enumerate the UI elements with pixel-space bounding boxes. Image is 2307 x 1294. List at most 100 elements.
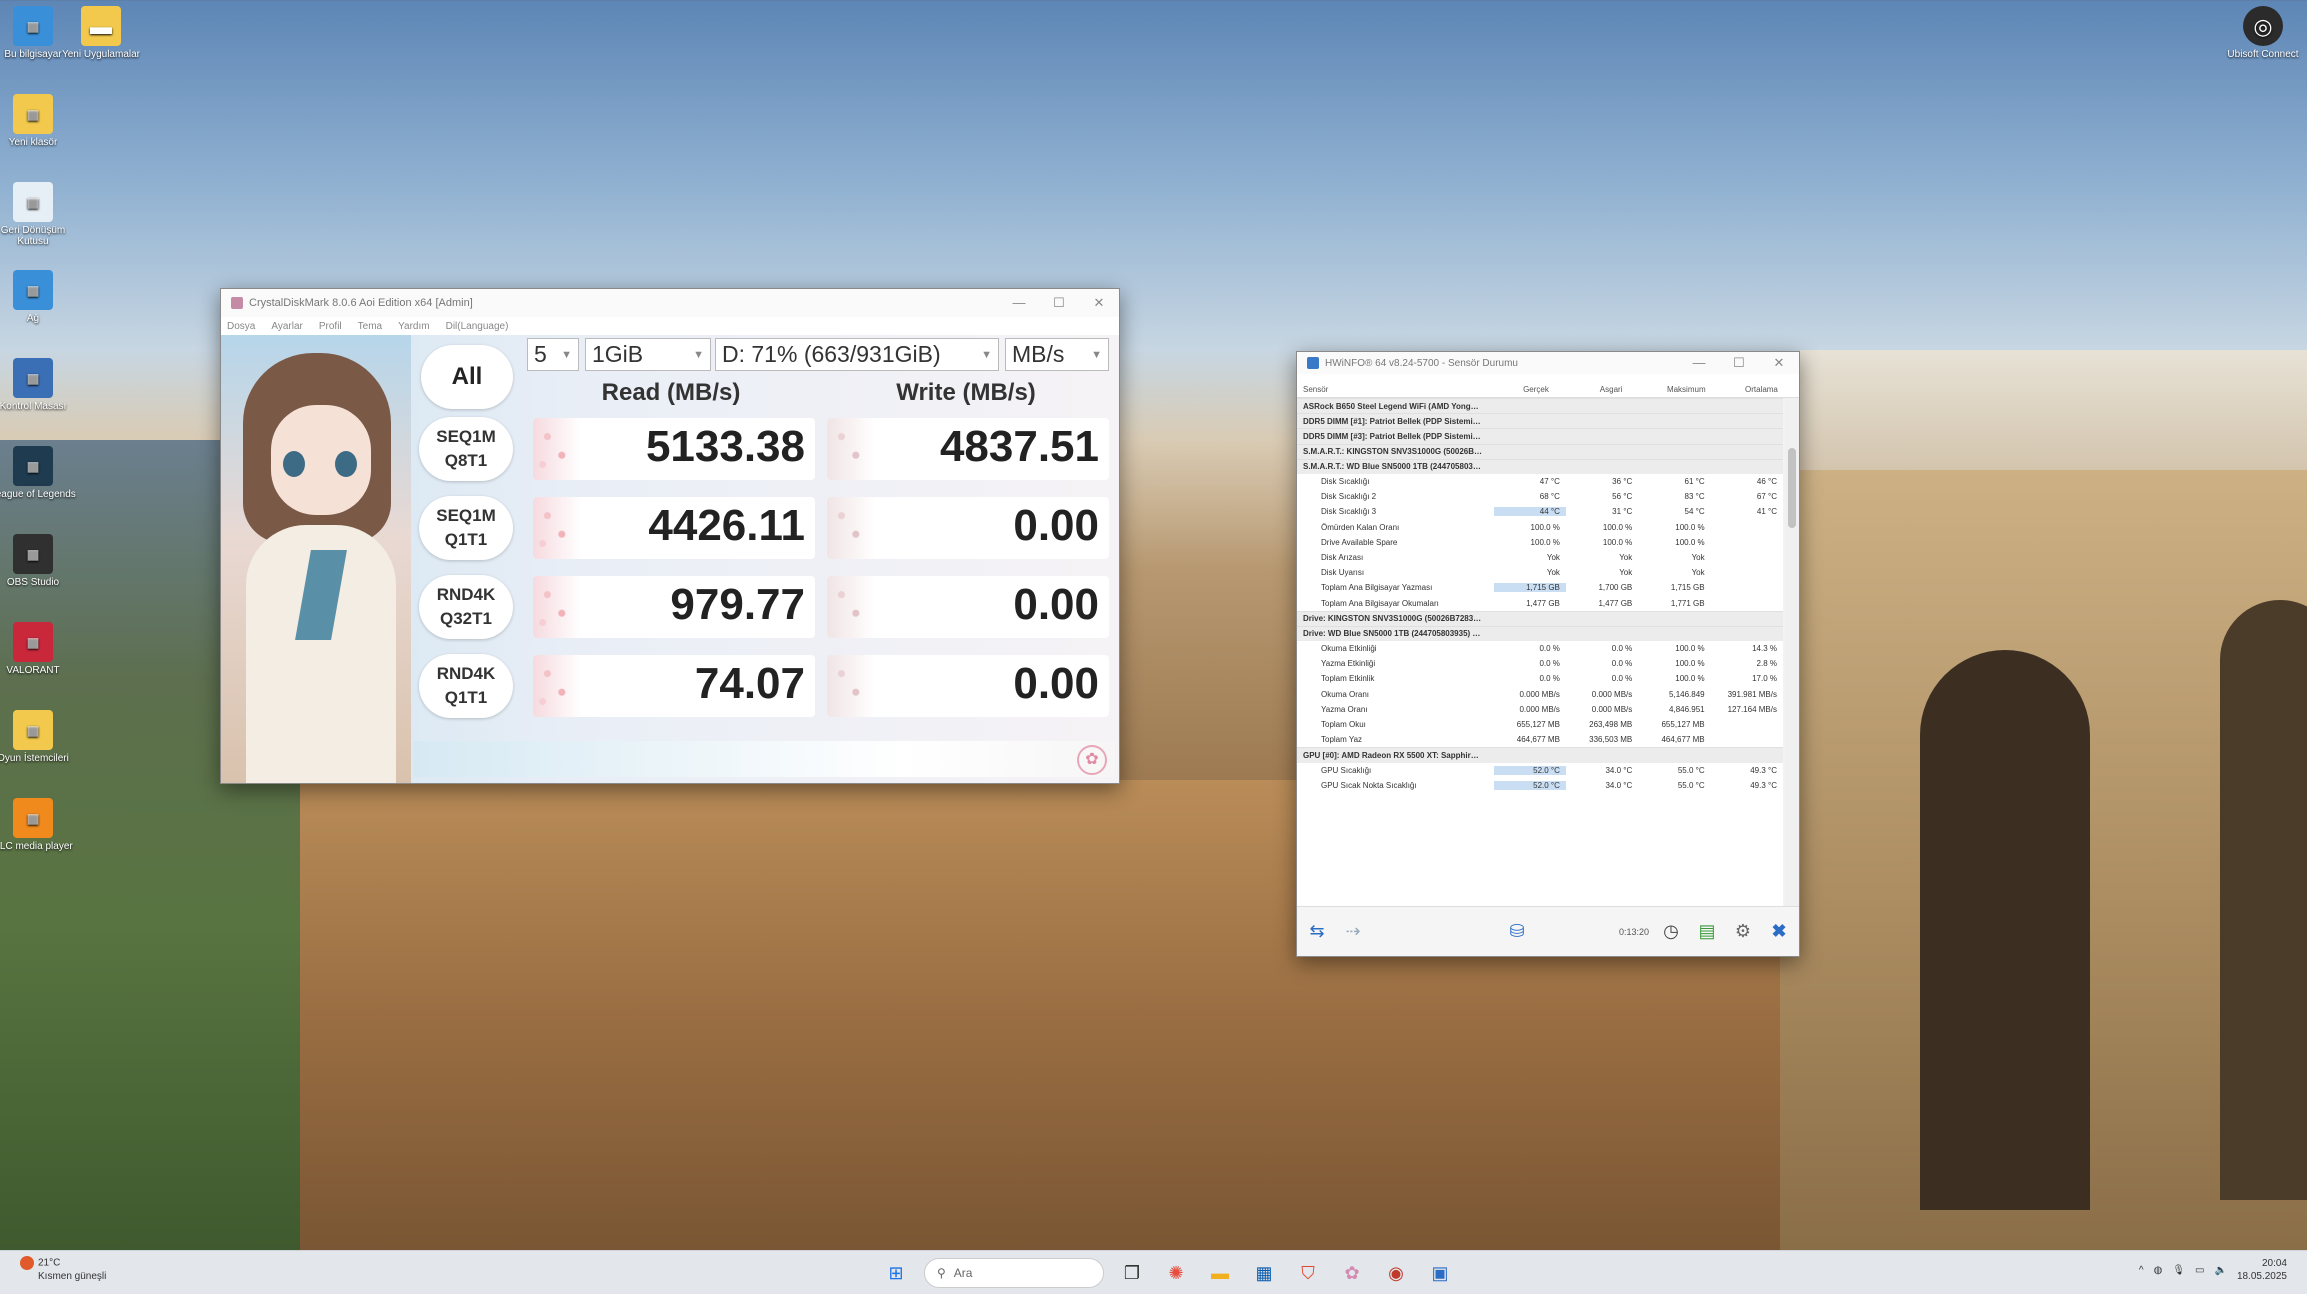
test-button[interactable]: SEQ1M Q8T1 [419,417,513,481]
sensor-cell: 655,127 MB [1516,720,1560,730]
hwinfo-window[interactable]: HWiNFO® 64 v8.24-5700 - Sensör Durumu — … [1296,351,1800,957]
close-icon[interactable]: ✕ [1759,355,1799,371]
menu-item[interactable]: Dil(Language) [446,321,509,332]
sensor-row[interactable]: Toplam Okuı 655,127 MB 263,498 MB 655,127 M… [1297,717,1783,732]
desktop-icon[interactable]: ■ League of Legends [0,446,78,500]
menu-item[interactable]: Profil [319,321,342,332]
unit-select[interactable]: MB/s ▼ [1005,338,1109,371]
menu-item[interactable]: Tema [358,321,382,332]
close-icon[interactable]: ✖ [1765,918,1793,946]
column-header[interactable]: Maksimum [1649,385,1724,394]
arrows-back-icon[interactable]: ⇆ [1303,918,1331,946]
sensor-row[interactable]: Toplam Etkinlik 0.0 % 0.0 % 100.0 % 17.0 % [1297,671,1783,686]
crystaldiskmark-taskbar-icon[interactable]: ✿ [1336,1257,1368,1289]
mic-icon[interactable]: 🎙 [2172,1265,2185,1276]
sensor-row[interactable]: Toplam Yaz 464,677 MB 336,503 MB 464,677 MB [1297,732,1783,747]
desktop-icon-ubisoft[interactable]: ◎ Ubisoft Connect [2218,6,2307,60]
sensor-row[interactable]: Yazma Etkinliği 0.0 % 0.0 % 100.0 % 2.8 % [1297,656,1783,671]
menu-item[interactable]: Yardım [398,321,430,332]
sensor-row[interactable]: Okuma Oranı 0.000 MB/s 0.000 MB/s 5,146.849… [1297,687,1783,702]
sensor-row[interactable]: Yazma Oranı 0.000 MB/s 0.000 MB/s 4,846.951… [1297,702,1783,717]
desktop-icon[interactable]: ■ Yeni klasör [0,94,78,148]
desktop-icon[interactable]: ■ Oyun İstemcileri [0,710,78,764]
clock[interactable]: 20:04 18.05.2025 [2237,1257,2287,1283]
copilot-icon[interactable]: ✺ [1160,1257,1192,1289]
crystaldiskmark-window[interactable]: CrystalDiskMark 8.0.6 Aoi Edition x64 [A… [220,288,1120,784]
column-header[interactable]: Gerçek [1498,385,1573,394]
menu-item[interactable]: Dosya [227,321,255,332]
test-button[interactable]: RND4K Q1T1 [419,654,513,718]
desktop-icon[interactable]: ■ Kontrol Masası [0,358,78,412]
sensor-group-row[interactable]: Drive: WD Blue SN5000 1TB (244705803935)… [1297,625,1783,641]
column-header[interactable]: Ortalama [1724,385,1799,394]
all-button[interactable]: All [421,345,513,409]
hwinfo-taskbar-icon[interactable]: ▣ [1424,1257,1456,1289]
brave-icon[interactable]: ⛉ [1292,1257,1324,1289]
sensor-group-row[interactable]: DDR5 DIMM [#1]: Patriot Bellek (PDP Sist… [1297,413,1783,429]
clock-icon[interactable]: ◷ [1657,918,1685,946]
sensor-row[interactable]: Okuma Etkinliği 0.0 % 0.0 % 100.0 % 14.3 % [1297,641,1783,656]
size-select[interactable]: 1GiB ▼ [585,338,711,371]
sensor-group-row[interactable]: ASRock B650 Steel Legend WiFi (AMD Yonga… [1297,398,1783,414]
close-icon[interactable]: ✕ [1079,295,1119,311]
sensor-row[interactable]: Drive Available Spare 100.0 % 100.0 % 100.0… [1297,535,1783,550]
desktop-icon[interactable]: ■ VLC media player [0,798,78,852]
test-button[interactable]: SEQ1M Q1T1 [419,496,513,560]
desktop-icon[interactable]: ■ OBS Studio [0,534,78,588]
column-header[interactable]: Sensör [1297,385,1498,394]
drive-select[interactable]: D: 71% (663/931GiB) ▼ [715,338,999,371]
monitor-tray-icon[interactable]: ▭ [2195,1265,2204,1276]
sensor-row[interactable]: Toplam Ana Bilgisayar Yazması 1,715 GB 1,7… [1297,580,1783,595]
desktop-icon[interactable]: ■ Ağ [0,270,78,324]
minimize-icon[interactable]: — [999,295,1039,311]
desktop-icon[interactable]: ■ VALORANT [0,622,78,676]
read-value: 5133.38 [645,422,805,471]
sensor-row[interactable]: Ömürden Kalan Oranı 100.0 % 100.0 % 100.0 % [1297,520,1783,535]
file-explorer-icon[interactable]: ▬ [1204,1257,1236,1289]
store-icon[interactable]: ▦ [1248,1257,1280,1289]
character-illustration [221,335,411,783]
network-tray-icon[interactable]: ◍ [2154,1265,2163,1276]
hw-sensor-list[interactable]: ASRock B650 Steel Legend WiFi (AMD Yonga… [1297,398,1783,908]
sensor-group-row[interactable]: S.M.A.R.T.: KINGSTON SNV3S1000G (50026B7… [1297,443,1783,459]
report-icon[interactable]: ▤ [1693,918,1721,946]
maximize-icon[interactable]: ☐ [1039,295,1079,311]
sensor-row[interactable]: Disk Uyarısı Yok Yok Yok [1297,565,1783,580]
menu-item[interactable]: Ayarlar [271,321,303,332]
chrome-icon[interactable]: ◉ [1380,1257,1412,1289]
sensor-row[interactable]: Disk Sıcaklığı 2 68 °C 56 °C 83 °C 67 °C [1297,489,1783,504]
sensor-row[interactable]: Disk Sıcaklığı 3 44 °C 31 °C 54 °C 41 °C [1297,504,1783,519]
column-header[interactable]: Asgari [1574,385,1649,394]
minimize-icon[interactable]: — [1679,355,1719,371]
cdm-titlebar[interactable]: CrystalDiskMark 8.0.6 Aoi Edition x64 [A… [221,289,1119,317]
sensor-group-row[interactable]: DDR5 DIMM [#3]: Patriot Bellek (PDP Sist… [1297,428,1783,444]
start-icon[interactable]: ⊞ [880,1257,912,1289]
maximize-icon[interactable]: ☐ [1719,355,1759,371]
settings-icon[interactable]: ⚙ [1729,918,1757,946]
cdm-app-icon [231,297,243,309]
sensor-row[interactable]: GPU Sıcak Nokta Sıcaklığı 52.0 °C 34.0 °C 5… [1297,778,1783,793]
sensor-row[interactable]: Disk Arızası Yok Yok Yok [1297,550,1783,565]
desktop-icon-yeni-uygulamalar[interactable]: ▬ Yeni Uygulamalar [56,6,146,60]
hw-scrollbar[interactable] [1785,398,1799,908]
test-label-line1: RND4K [436,664,496,683]
search-box[interactable]: ⚲ Ara [924,1258,1104,1288]
sensor-group-row[interactable]: S.M.A.R.T.: WD Blue SN5000 1TB (24470580… [1297,458,1783,474]
volume-icon[interactable]: 🔈 [2214,1265,2226,1276]
sensor-cell: 655,127 MB [1661,720,1705,730]
network-icon[interactable]: ⛁ [1503,918,1531,946]
sensor-group-row[interactable]: GPU [#0]: AMD Radeon RX 5500 XT: Sapphir… [1297,747,1783,763]
sensor-row[interactable]: GPU Sıcaklığı 52.0 °C 34.0 °C 55.0 °C 49.3 °… [1297,763,1783,778]
desktop-icon[interactable]: ■ Geri Dönüşüm Kutusu [0,182,78,247]
sensor-group-row[interactable]: Drive: KINGSTON SNV3S1000G (50026B7283SF… [1297,610,1783,626]
test-button[interactable]: RND4K Q32T1 [419,575,513,639]
sensor-cell: 464,677 MB [1661,735,1705,745]
arrows-forward-icon[interactable]: ⇢ [1339,918,1367,946]
count-select[interactable]: 5 ▼ [527,338,579,371]
hw-titlebar[interactable]: HWiNFO® 64 v8.24-5700 - Sensör Durumu — … [1297,352,1799,374]
weather-widget[interactable]: 21°C Kısmen güneşli [20,1256,106,1283]
sensor-row[interactable]: Toplam Ana Bilgisayar Okumaları 1,477 GB 1… [1297,595,1783,610]
sensor-row[interactable]: Disk Sıcaklığı 47 °C 36 °C 61 °C 46 °C [1297,474,1783,489]
chevron-up-icon[interactable]: ^ [2139,1265,2144,1276]
task-view-icon[interactable]: ❐ [1116,1257,1148,1289]
